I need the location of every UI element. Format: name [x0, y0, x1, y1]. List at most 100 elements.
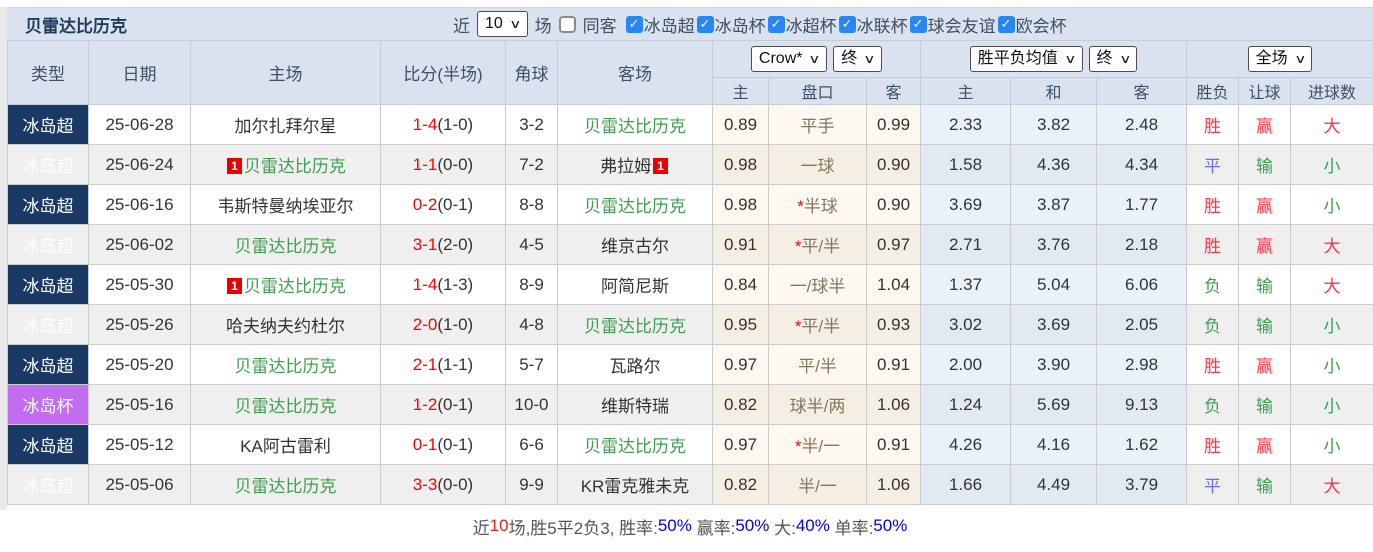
avg-home-cell: 1.24 — [920, 384, 1012, 425]
odds-select-group: Crow* ∨ 终 ∨ — [711, 40, 922, 78]
red-card-badge: 1 — [227, 278, 242, 294]
away-team-cell: 贝雷达比历克 — [557, 184, 713, 225]
handicap-line: 一/球半 — [789, 277, 846, 296]
league-filter: ✓ 球会友谊 — [909, 12, 996, 37]
handicap-cell: 赢 — [1238, 104, 1292, 145]
odds-away-cell: 0.90 — [865, 184, 922, 225]
avg-select-group: 胜平负均值 ∨ 终 ∨ — [920, 40, 1188, 78]
odds-away-cell: 1.06 — [865, 384, 922, 425]
stats-summary: 近 10 场,胜5平2负3, 胜率: 50% 赢率: 50% 大: 40% 单率: 50% — [7, 505, 1373, 547]
fulltime-score: 1-4 — [412, 274, 438, 294]
league-filter-checkbox[interactable]: ✓ — [997, 15, 1015, 33]
away-team-name: 瓦路尔 — [609, 357, 661, 376]
result-cell: 负 — [1186, 304, 1240, 345]
odds-state-select[interactable]: 终 ∨ — [833, 46, 883, 72]
league-filter-checkbox[interactable]: ✓ — [696, 15, 714, 33]
league-filter-checkbox[interactable]: ✓ — [767, 15, 785, 33]
score-cell: 0-1(0-1) — [380, 424, 506, 465]
league-filter-label: 冰岛超 — [643, 16, 695, 36]
home-team-name: 贝雷达比历克 — [234, 357, 337, 376]
corner-cell: 5-7 — [505, 344, 558, 385]
odds-home-cell: 0.84 — [712, 264, 769, 305]
red-card-badge: 1 — [227, 158, 242, 174]
home-team-name: KA阿古雷利 — [240, 437, 331, 456]
handicap-cell: 输 — [1238, 264, 1292, 305]
league-filter-checkbox[interactable]: ✓ — [838, 15, 856, 33]
away-team-cell: 阿简尼斯 — [557, 264, 713, 305]
avg-draw-cell: 4.49 — [1010, 464, 1098, 505]
league-filter-checkbox[interactable]: ✓ — [625, 15, 643, 33]
match-row: 冰岛超 25-06-24 1 贝雷达比历克 1-1(0-0) 7-2 弗拉姆 1 0.98 一球 0… — [7, 144, 1373, 185]
league-cell: 冰岛超 — [7, 464, 89, 505]
fulltime-score: 3-1 — [412, 234, 438, 254]
avg-draw-cell: 4.16 — [1010, 424, 1098, 465]
away-team-name: 维斯特瑞 — [601, 397, 669, 416]
halftime-score: (0-1) — [437, 434, 474, 454]
goals-cell: 大 — [1290, 224, 1373, 265]
league-filter-label: 冰超杯 — [785, 16, 837, 36]
away-team-name: 贝雷达比历克 — [584, 197, 686, 216]
avg-away-cell: 4.34 — [1096, 144, 1188, 185]
summary-segment: 40% — [795, 516, 830, 535]
avg-draw-cell: 5.69 — [1010, 384, 1098, 425]
odds-home-cell: 0.98 — [712, 184, 769, 225]
odds-state-value: 终 — [841, 50, 858, 67]
goals-cell: 小 — [1290, 424, 1373, 465]
avg-away-cell: 6.06 — [1096, 264, 1188, 305]
home-team-cell: 1 贝雷达比历克 — [190, 144, 381, 185]
avg-home-cell: 2.71 — [920, 224, 1012, 265]
league-filters: ✓ 冰岛超 ✓ 冰岛杯 ✓ 冰超杯 ✓ 冰联杯 ✓ 球会友谊 ✓ 欧会杯 — [624, 12, 1067, 37]
avg-home-cell: 1.66 — [920, 464, 1012, 505]
odds-line-cell: *半球 — [768, 184, 867, 225]
avg-provider-select[interactable]: 胜平负均值 ∨ — [969, 46, 1083, 72]
date-cell: 25-05-26 — [88, 304, 191, 345]
date-cell: 25-05-20 — [88, 344, 191, 385]
summary-segment: 50% — [657, 516, 692, 535]
league-filter-label: 冰联杯 — [856, 16, 908, 36]
home-team-cell: 贝雷达比历克 — [190, 344, 381, 385]
match-row: 冰岛超 25-05-06 贝雷达比历克 3-3(0-0) 9-9 KR雷克雅未克 0.82 半… — [7, 464, 1373, 505]
home-team-cell: 贝雷达比历克 — [190, 464, 381, 505]
avg-draw-cell: 3.82 — [1010, 104, 1098, 145]
handicap-cell: 输 — [1238, 144, 1292, 185]
odds-away-cell: 0.91 — [865, 424, 922, 465]
page-title: 贝雷达比历克 — [25, 16, 127, 36]
score-cell: 3-1(2-0) — [380, 224, 506, 265]
away-team-name: 贝雷达比历克 — [584, 317, 686, 336]
result-cell: 胜 — [1186, 184, 1240, 225]
recent-label: 近 — [453, 16, 470, 36]
league-filter-label: 欧会杯 — [1015, 16, 1067, 36]
halftime-score: (0-1) — [437, 194, 474, 214]
odds-line-cell: *半/一 — [768, 424, 867, 465]
halftime-score: (1-0) — [437, 314, 474, 334]
fulltime-score: 0-2 — [412, 194, 438, 214]
summary-segment: 大: — [769, 518, 796, 538]
same-opponent-checkbox[interactable] — [558, 15, 576, 33]
league-cell: 冰岛超 — [7, 344, 89, 385]
avg-draw-cell: 3.90 — [1010, 344, 1098, 385]
league-filter: ✓ 冰联杯 — [838, 12, 908, 37]
halftime-score: (0-0) — [437, 154, 474, 174]
home-team-name: 加尔扎拜尔星 — [234, 117, 337, 136]
goals-cell: 大 — [1290, 104, 1373, 145]
league-filter: ✓ 欧会杯 — [997, 12, 1067, 37]
avg-state-select[interactable]: 终 ∨ — [1088, 46, 1138, 72]
summary-segment: 近 — [472, 518, 490, 538]
chevron-down-icon: ∨ — [509, 17, 522, 31]
odds-provider-select[interactable]: Crow* ∨ — [750, 46, 828, 72]
match-table-body: 冰岛超 25-06-28 加尔扎拜尔星 1-4(1-0) 3-2 贝雷达比历克 0.89 平手… — [7, 104, 1373, 505]
home-team-name: 哈夫纳夫约杜尔 — [226, 317, 345, 336]
recent-count-select[interactable]: 10 ∨ — [477, 11, 528, 37]
handicap-cell: 赢 — [1238, 424, 1292, 465]
corner-cell: 4-8 — [505, 304, 558, 345]
date-cell: 25-06-28 — [88, 104, 191, 145]
date-cell: 25-06-02 — [88, 224, 191, 265]
odds-home-cell: 0.97 — [712, 424, 769, 465]
score-cell: 2-0(1-0) — [380, 304, 506, 345]
scope-select[interactable]: 全场 ∨ — [1247, 46, 1313, 72]
home-team-cell: KA阿古雷利 — [190, 424, 381, 465]
odds-away-cell: 0.99 — [865, 104, 922, 145]
handicap-line: 半/一 — [798, 477, 837, 496]
league-filter-checkbox[interactable]: ✓ — [909, 15, 927, 33]
summary-segment: 赢率: — [691, 518, 736, 538]
